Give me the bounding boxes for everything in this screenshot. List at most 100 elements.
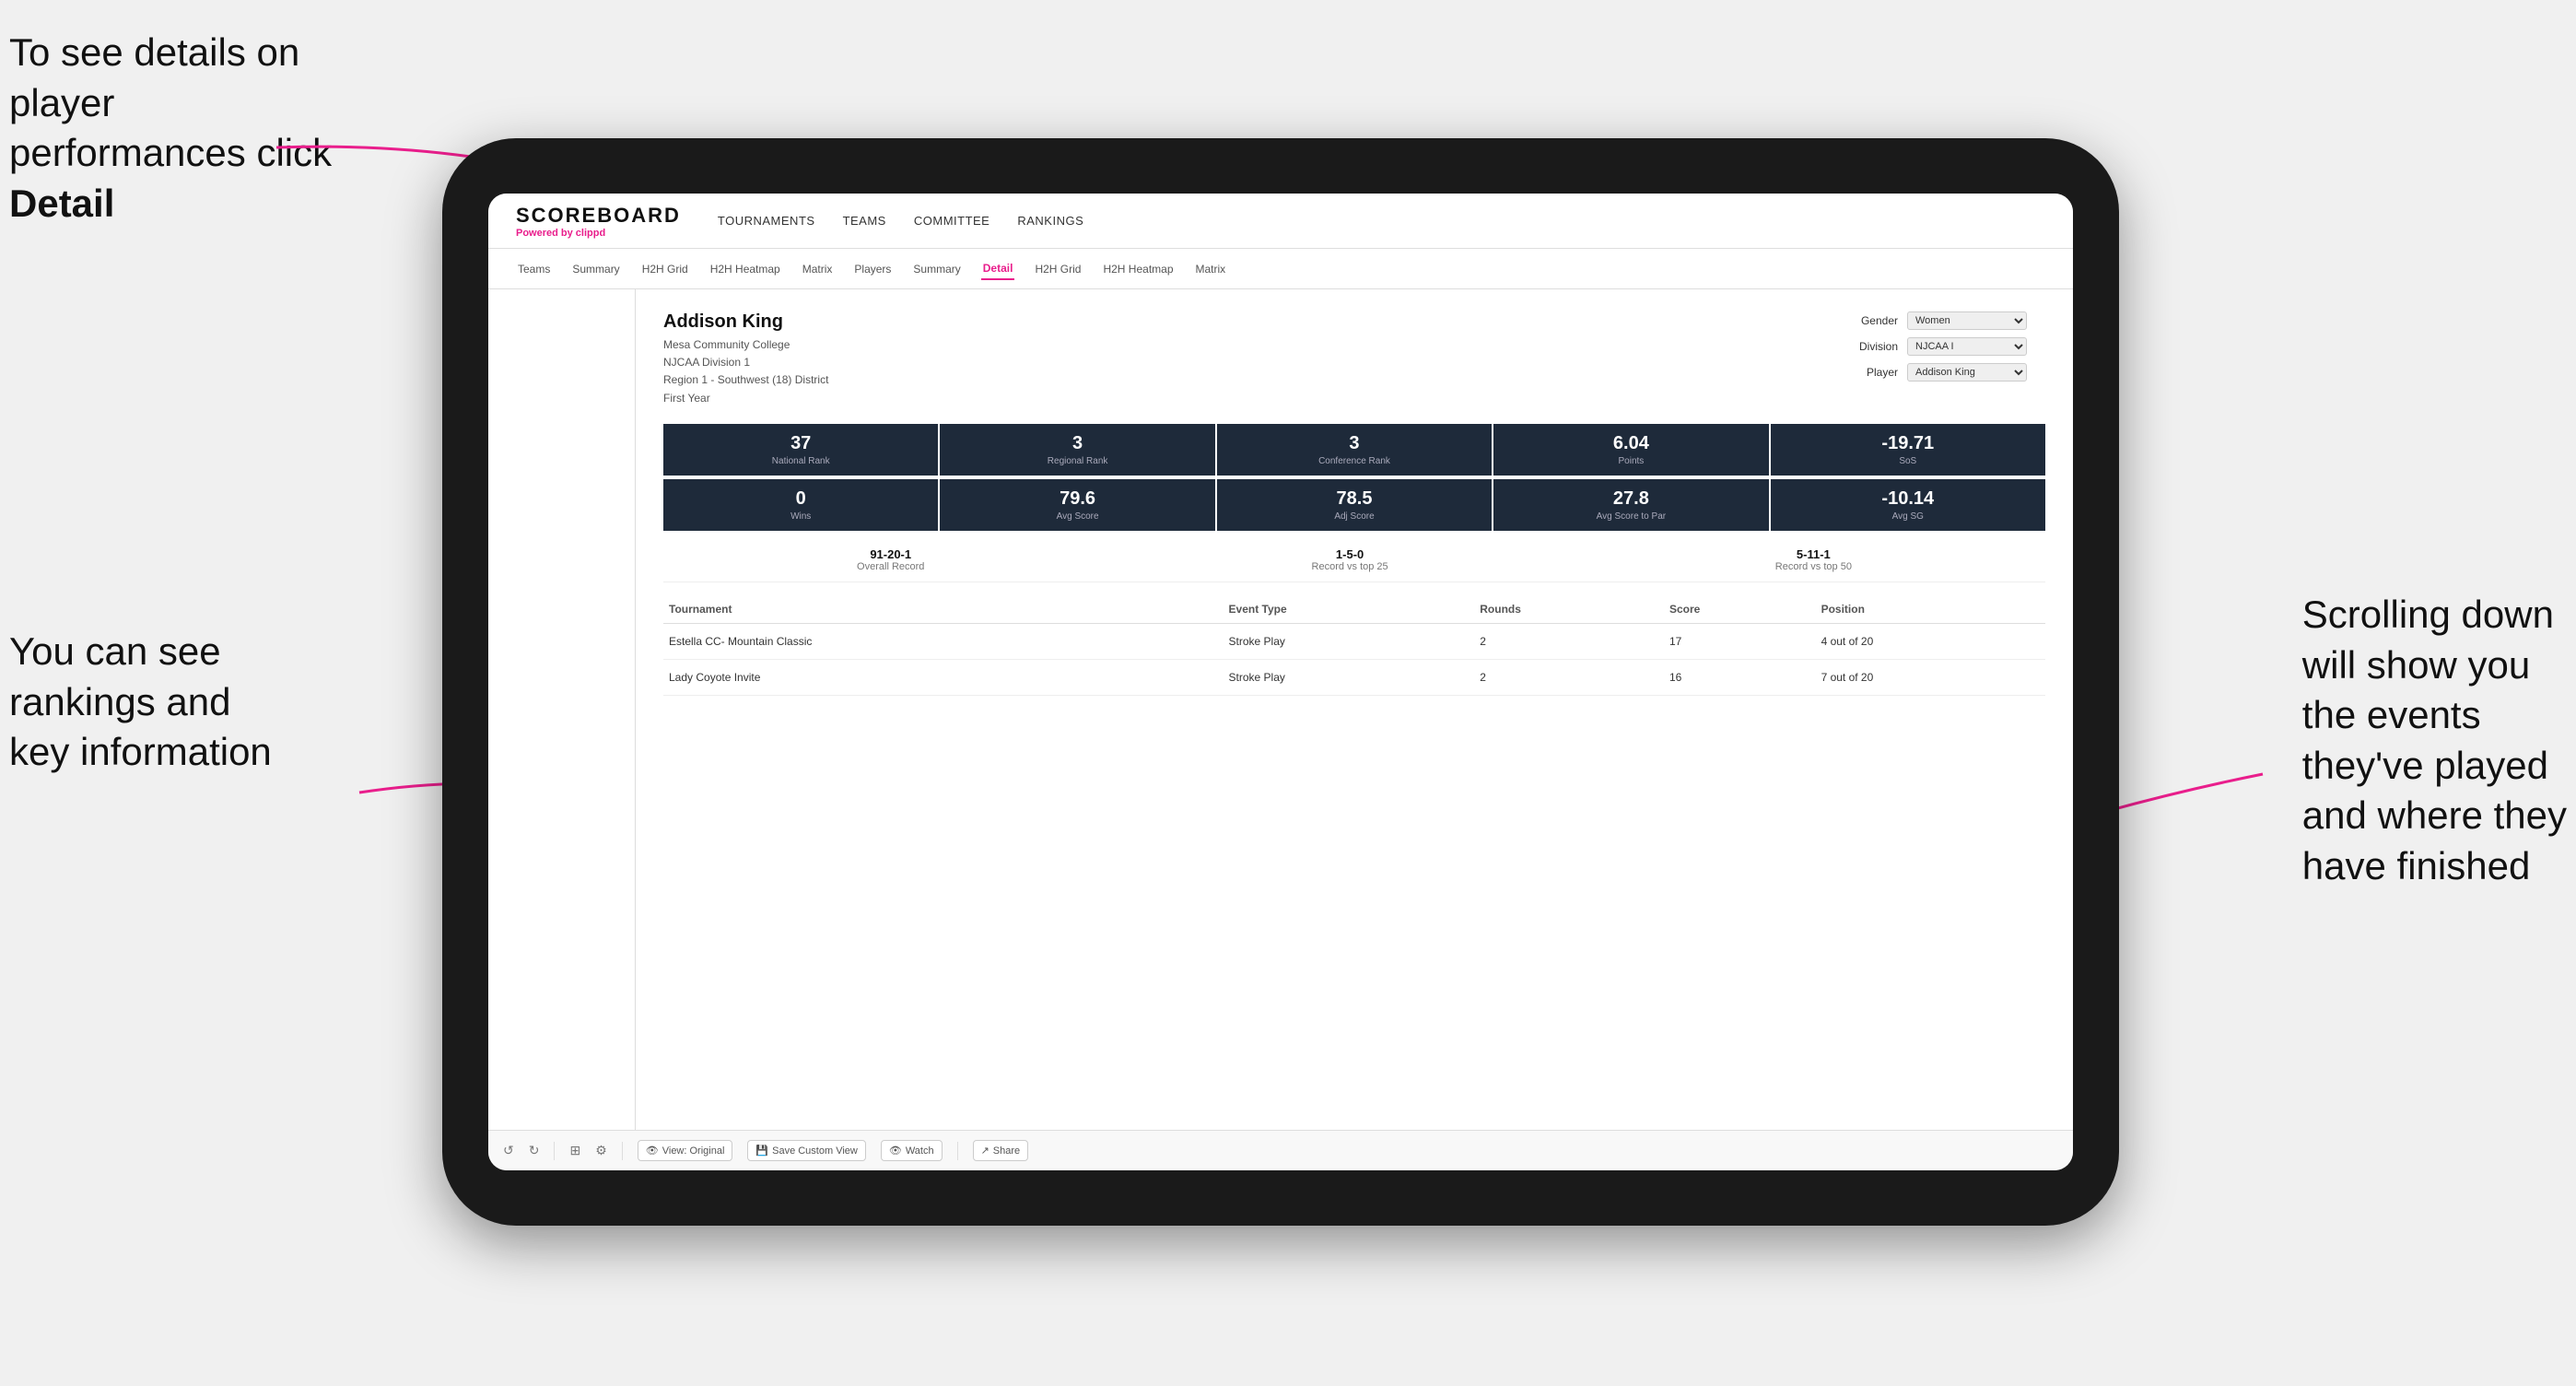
top-nav: SCOREBOARD Powered by clippd TOURNAMENTS… [488,194,2073,249]
player-label: Player [1843,366,1898,379]
stat-points: 6.04 Points [1493,424,1768,476]
record-top50: 5-11-1 Record vs top 50 [1775,547,1852,572]
save-icon: 💾 [755,1145,768,1157]
tab-h2h-heatmap[interactable]: H2H Heatmap [708,259,782,279]
cell-event-type-1: Stroke Play [1224,623,1475,659]
settings-icon[interactable]: ⚙ [595,1143,607,1158]
tab-detail[interactable]: Detail [981,258,1015,280]
nav-teams[interactable]: TEAMS [843,213,886,229]
stat-national-rank: 37 National Rank [663,424,938,476]
stat-avg-score-par: 27.8 Avg Score to Par [1493,479,1768,531]
tab-h2h-heatmap2[interactable]: H2H Heatmap [1101,259,1175,279]
stat-sos: -19.71 SoS [1771,424,2045,476]
annotation-bl-1: You can see [9,629,221,673]
logo-area: SCOREBOARD Powered by clippd [516,204,681,239]
nav-rankings[interactable]: RANKINGS [1017,213,1083,229]
player-region: Region 1 - Southwest (18) District [663,371,828,389]
save-custom-button[interactable]: 💾 Save Custom View [747,1140,865,1161]
watch-button[interactable]: 👁 Watch [881,1140,943,1161]
annotation-r-6: have finished [2302,844,2531,887]
tablet-frame: SCOREBOARD Powered by clippd TOURNAMENTS… [442,138,2119,1226]
annotation-r-5: and where they [2302,793,2567,837]
division-label: Division [1843,340,1898,353]
toolbar: ↺ ↻ ⊞ ⚙ 👁 View: Original 💾 Save Custom V… [488,1130,2073,1170]
stat-conference-rank: 3 Conference Rank [1217,424,1492,476]
tab-summary2[interactable]: Summary [911,259,962,279]
record-overall: 91-20-1 Overall Record [857,547,924,572]
record-top25: 1-5-0 Record vs top 25 [1312,547,1388,572]
gender-label: Gender [1843,314,1898,327]
view-original-button[interactable]: 👁 View: Original [638,1140,733,1161]
tablet-screen: SCOREBOARD Powered by clippd TOURNAMENTS… [488,194,2073,1170]
col-position: Position [1816,595,2045,624]
player-division: NJCAA Division 1 [663,354,828,371]
col-rounds: Rounds [1474,595,1664,624]
annotation-r-2: will show you [2302,643,2530,687]
annotation-right: Scrolling down will show you the events … [2302,590,2567,892]
sub-nav: Teams Summary H2H Grid H2H Heatmap Matri… [488,249,2073,289]
toolbar-sep-2 [622,1142,623,1160]
tab-summary[interactable]: Summary [570,259,621,279]
stats-row1: 37 National Rank 3 Regional Rank 3 Confe… [663,424,2045,476]
annotation-r-4: they've played [2302,744,2548,787]
tab-players[interactable]: Players [852,259,893,279]
records-row: 91-20-1 Overall Record 1-5-0 Record vs t… [663,534,2045,582]
toolbar-sep-3 [957,1142,958,1160]
player-header: Addison King Mesa Community College NJCA… [663,311,2045,407]
cell-score-2: 16 [1664,659,1816,695]
player-name: Addison King [663,311,828,333]
col-score: Score [1664,595,1816,624]
share-button[interactable]: ↗ Share [973,1140,1029,1161]
tab-h2h-grid2[interactable]: H2H Grid [1033,259,1083,279]
tab-matrix[interactable]: Matrix [801,259,835,279]
col-event-type: Event Type [1224,595,1475,624]
cell-rounds-2: 2 [1474,659,1664,695]
redo-icon[interactable]: ↻ [529,1143,540,1158]
player-select[interactable]: Addison King [1907,363,2027,382]
cell-score-1: 17 [1664,623,1816,659]
view-icon: 👁 [646,1145,659,1157]
content-area: Addison King Mesa Community College NJCA… [488,289,2073,1130]
cell-tournament-1: Estella CC- Mountain Classic [663,623,1224,659]
annotation-r-3: the events [2302,693,2481,736]
table-row: Lady Coyote Invite Stroke Play 2 16 7 ou… [663,659,2045,695]
sidebar [488,289,636,1130]
player-controls: Gender Women Men Division NJCAA I NJCAA … [1843,311,2045,407]
logo-scoreboard: SCOREBOARD [516,204,681,228]
col-tournament: Tournament [663,595,1224,624]
player-control: Player Addison King [1843,363,2045,382]
annotation-bl-3: key information [9,730,272,773]
logo-powered: Powered by clippd [516,228,681,239]
division-select[interactable]: NJCAA I NJCAA II [1907,337,2027,356]
tab-teams[interactable]: Teams [516,259,552,279]
nav-committee[interactable]: COMMITTEE [914,213,990,229]
player-college: Mesa Community College [663,336,828,354]
undo-icon[interactable]: ↺ [503,1143,514,1158]
share-icon: ↗ [981,1145,989,1157]
grid-icon[interactable]: ⊞ [569,1143,580,1158]
stat-avg-score: 79.6 Avg Score [940,479,1214,531]
watch-icon: 👁 [889,1145,902,1157]
tab-matrix2[interactable]: Matrix [1194,259,1228,279]
tab-h2h-grid[interactable]: H2H Grid [640,259,690,279]
annotation-detail-bold: Detail [9,182,114,225]
main-content: Addison King Mesa Community College NJCA… [636,289,2073,1130]
stats-row2: 0 Wins 79.6 Avg Score 78.5 Adj Score 27.… [663,479,2045,531]
stat-avg-sg: -10.14 Avg SG [1771,479,2045,531]
cell-position-1: 4 out of 20 [1816,623,2045,659]
main-nav: TOURNAMENTS TEAMS COMMITTEE RANKINGS [718,213,1083,229]
tournament-table: Tournament Event Type Rounds Score Posit… [663,595,2045,696]
stat-adj-score: 78.5 Adj Score [1217,479,1492,531]
cell-rounds-1: 2 [1474,623,1664,659]
gender-select[interactable]: Women Men [1907,311,2027,330]
table-row: Estella CC- Mountain Classic Stroke Play… [663,623,2045,659]
nav-tournaments[interactable]: TOURNAMENTS [718,213,815,229]
cell-position-2: 7 out of 20 [1816,659,2045,695]
stat-regional-rank: 3 Regional Rank [940,424,1214,476]
stat-wins: 0 Wins [663,479,938,531]
annotation-r-1: Scrolling down [2302,593,2554,636]
gender-control: Gender Women Men [1843,311,2045,330]
cell-event-type-2: Stroke Play [1224,659,1475,695]
annotation-bl-2: rankings and [9,680,231,723]
player-info: Addison King Mesa Community College NJCA… [663,311,828,407]
